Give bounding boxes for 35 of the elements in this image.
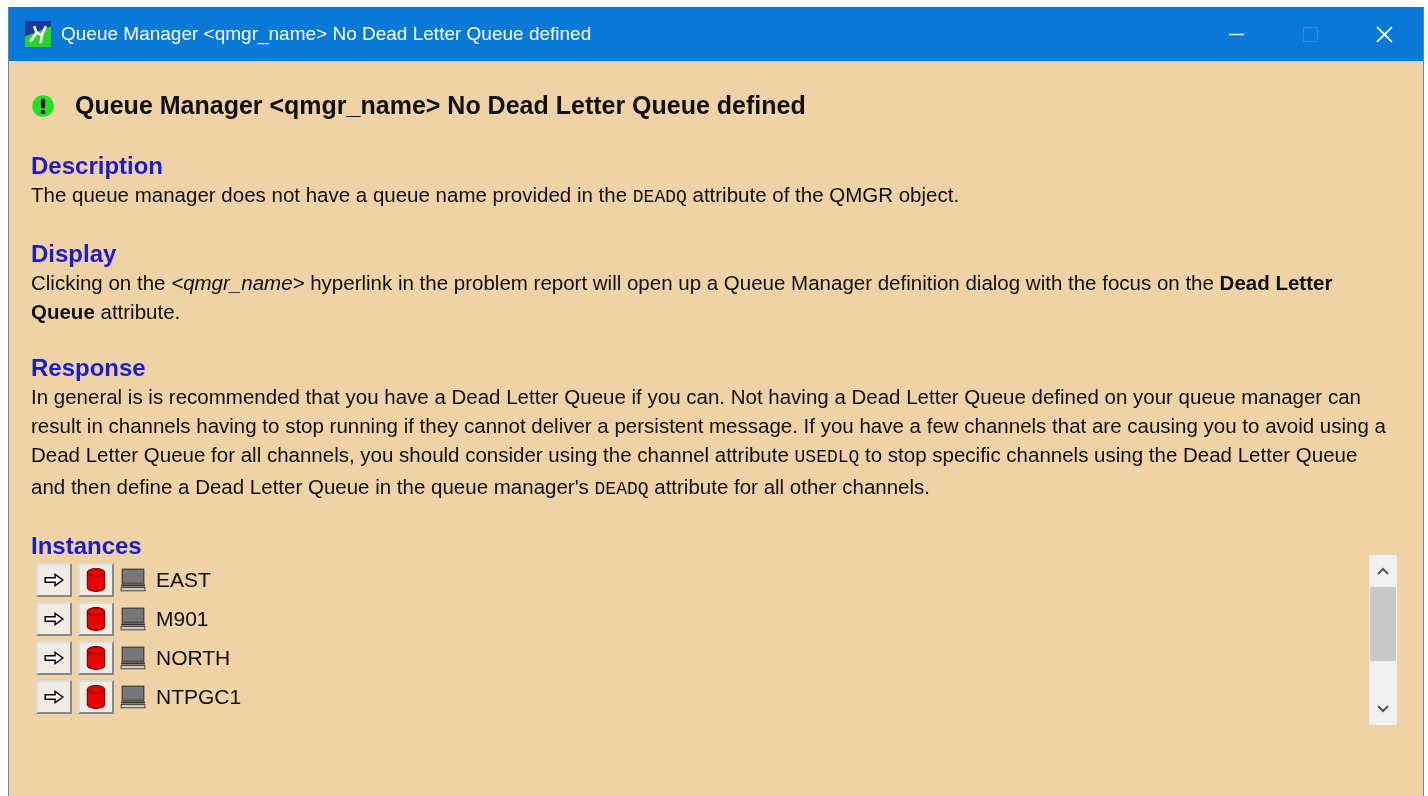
section-heading: Description [31, 152, 164, 180]
close-icon[interactable] [1376, 25, 1393, 43]
arrow-icon [43, 649, 65, 666]
caret-down-icon[interactable] [1377, 705, 1389, 713]
section-text: The queue manager does not have a queue name provided in the DEADQ attribute of the QMGR object. [31, 182, 961, 209]
arrow-icon [43, 688, 65, 705]
computer-icon [120, 684, 146, 709]
database-button[interactable] [78, 601, 114, 636]
navigate-button[interactable] [36, 601, 72, 636]
computer-icon [120, 645, 146, 670]
caret-up-icon[interactable] [1377, 567, 1389, 575]
window-title: Queue Manager <qmgr_name> No Dead Letter Queue defined [61, 23, 592, 45]
section-heading: Instances [31, 532, 142, 560]
section-text: Clicking on the <qmgr_name> hyperlink in the problem report will open up a Queue Manager definition dialog with the focus on the Dead Letter Queue attribute. [31, 270, 1334, 325]
computer-icon [120, 606, 146, 631]
computer-icon [120, 567, 146, 592]
scrollbar[interactable] [1369, 555, 1397, 725]
database-button[interactable] [78, 562, 114, 597]
instance-name[interactable]: NTPGC1 [156, 684, 242, 709]
instance-name[interactable]: NORTH [156, 645, 231, 670]
arrow-icon [43, 610, 65, 627]
instance-name[interactable]: EAST [156, 567, 211, 592]
app-icon [25, 21, 51, 47]
problem-heading: Queue Manager <qmgr_name> No Dead Letter Queue defined [75, 91, 806, 120]
navigate-button[interactable] [36, 679, 72, 714]
database-button[interactable] [78, 640, 114, 675]
arrow-icon [43, 571, 65, 588]
database-button[interactable] [78, 679, 114, 714]
navigate-button[interactable] [36, 562, 72, 597]
instance-name[interactable]: M901 [156, 606, 209, 631]
section-heading: Response [31, 354, 146, 382]
warning-icon [31, 93, 55, 118]
section-heading: Display [31, 240, 117, 268]
section-text: In general is is recommended that you have a Dead Letter Queue if you can. Not having a Dead Letter Queue defined on your queue manager can result in channels having to stop running if they cannot deliver a persistent message. If you have a few channels that are causing you to avoid using a Dead Letter Queue for all channels, you should consider using the channel attribute USEDLQ to stop specific channels using the Dead Letter Queue and then define a Dead Letter Queue in the queue manager's DEADQ attribute for all other channels. [31, 384, 1387, 501]
navigate-button[interactable] [36, 640, 72, 675]
